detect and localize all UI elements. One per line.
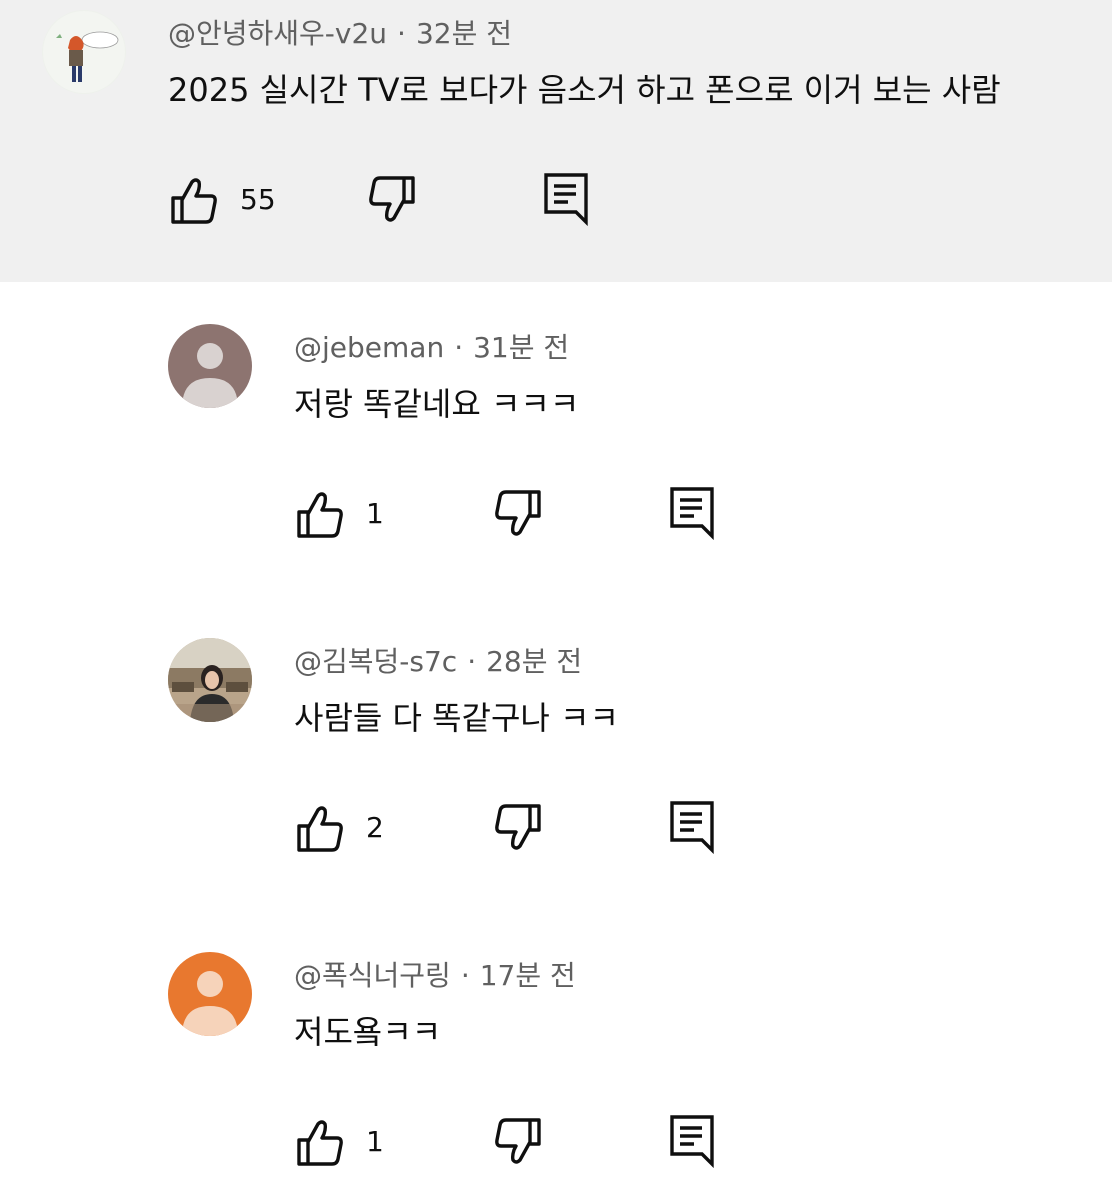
reply-button[interactable] <box>668 486 718 540</box>
comment-time[interactable]: 32분 전 <box>416 17 512 50</box>
like-count: 1 <box>366 497 384 530</box>
thumbs-up-icon <box>297 492 343 538</box>
like-count: 1 <box>366 1125 384 1158</box>
comment-text: 저랑 똑같네요 ㅋㅋㅋ <box>294 385 580 423</box>
comment-text: 저도욬ㅋㅋ <box>294 1013 442 1051</box>
meta-separator: · <box>397 17 406 50</box>
thumbs-down-icon <box>495 490 541 536</box>
highlighted-comment <box>0 0 1112 282</box>
avatar[interactable] <box>168 952 252 1036</box>
reply-button[interactable] <box>668 1114 718 1168</box>
comment-text: 2025 실시간 TV로 보다가 음소거 하고 폰으로 이거 보는 사람 <box>168 71 1001 109</box>
meta-separator: · <box>454 331 464 364</box>
thumbs-down-icon <box>495 804 541 850</box>
comment-meta: @jebeman · 31분 전 <box>294 330 569 366</box>
dislike-button[interactable] <box>492 488 544 540</box>
avatar[interactable] <box>168 324 252 408</box>
reply-button[interactable] <box>668 800 718 854</box>
avatar[interactable] <box>168 638 252 722</box>
meta-separator: · <box>467 645 477 678</box>
comment-time[interactable]: 17분 전 <box>480 959 576 992</box>
comment-time[interactable]: 31분 전 <box>473 331 569 364</box>
like-count: 2 <box>366 811 384 844</box>
like-button[interactable]: 55 <box>168 174 276 226</box>
meta-separator: · <box>460 959 470 992</box>
dislike-button[interactable] <box>492 1116 544 1168</box>
like-button[interactable]: 2 <box>294 802 384 854</box>
comment-meta: @안녕하새우-v2u · 32분 전 <box>168 16 512 52</box>
thumbs-up-icon <box>297 806 343 852</box>
thumbs-up-icon <box>171 178 217 224</box>
comment-author[interactable]: @jebeman <box>294 331 444 364</box>
thumbs-down-icon <box>495 1118 541 1164</box>
like-button[interactable]: 1 <box>294 488 384 540</box>
dislike-button[interactable] <box>366 174 418 226</box>
reply-button[interactable] <box>542 172 592 226</box>
avatar[interactable] <box>42 10 126 94</box>
comment-text: 사람들 다 똑같구나 ㅋㅋ <box>294 699 619 737</box>
thumbs-down-icon <box>369 176 415 222</box>
reply-comment-icon <box>670 487 714 540</box>
dislike-button[interactable] <box>492 802 544 854</box>
comment-author[interactable]: @폭식너구링 <box>294 959 451 992</box>
like-button[interactable]: 1 <box>294 1116 384 1168</box>
comment-meta: @폭식너구링 · 17분 전 <box>294 958 576 994</box>
reply-comment-icon <box>544 173 588 226</box>
reply-comment-icon <box>670 1115 714 1168</box>
reply-comment-icon <box>670 801 714 854</box>
thumbs-up-icon <box>297 1120 343 1166</box>
comment-meta: @김복덩-s7c · 28분 전 <box>294 644 582 680</box>
comment-time[interactable]: 28분 전 <box>486 645 582 678</box>
comment-author[interactable]: @안녕하새우-v2u <box>168 17 387 50</box>
like-count: 55 <box>240 183 276 216</box>
comment-author[interactable]: @김복덩-s7c <box>294 645 457 678</box>
